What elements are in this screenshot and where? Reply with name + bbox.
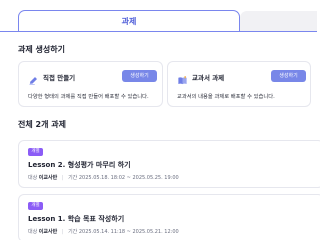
task-card[interactable]: 개별 Lesson 2. 형성평가 마무리 하기 대상 이교사반 | 기간 20…	[18, 140, 320, 188]
create-textbook-title: 교과서 과제	[192, 74, 225, 82]
book-icon	[177, 71, 188, 85]
tab-other[interactable]	[240, 11, 317, 32]
target-value: 이교사반	[38, 175, 58, 181]
create-textbook-description: 교과서의 내용을 과제로 배포할 수 있습니다.	[177, 94, 275, 100]
task-card[interactable]: 개별 Lesson 1. 학습 목표 작성하기 대상 이교사반 | 기간 202…	[18, 194, 320, 240]
task-meta: 대상 이교사반 | 기간 2025.05.18. 18:02 ~ 2025.05…	[28, 174, 179, 181]
task-title[interactable]: Lesson 1. 학습 목표 작성하기	[28, 214, 124, 224]
create-section-title: 과제 생성하기	[18, 45, 65, 54]
period-value: 2025.05.14. 11:18 ~ 2025.05.21. 12:00	[78, 229, 179, 235]
create-textbook-button[interactable]: 생성하기	[271, 70, 306, 82]
meta-divider: |	[61, 229, 64, 235]
pencil-icon	[28, 71, 39, 85]
meta-divider: |	[61, 175, 64, 181]
create-direct-button[interactable]: 생성하기	[122, 70, 157, 82]
task-meta: 대상 이교사반 | 기간 2025.05.14. 11:18 ~ 2025.05…	[28, 228, 179, 235]
list-section-title: 전체 2개 과제	[18, 120, 66, 129]
tab-underline	[0, 31, 317, 32]
target-value: 이교사반	[38, 229, 58, 235]
task-type-badge: 개별	[28, 148, 43, 156]
target-label: 대상	[28, 175, 38, 181]
tab-bar: 과제	[0, 0, 317, 32]
create-direct-title: 직접 만들기	[43, 74, 76, 82]
create-direct-description: 다양한 형태의 과제를 직접 만들어 배포할 수 있습니다.	[28, 94, 149, 100]
target-label: 대상	[28, 229, 38, 235]
period-label: 기간	[68, 175, 78, 181]
create-direct-card[interactable]: 직접 만들기 생성하기 다양한 형태의 과제를 직접 만들어 배포할 수 있습니…	[18, 61, 163, 107]
task-type-badge: 개별	[28, 202, 43, 210]
period-label: 기간	[68, 229, 78, 235]
period-value: 2025.05.18. 18:02 ~ 2025.05.25. 19:00	[78, 175, 179, 181]
tab-assignments[interactable]: 과제	[18, 10, 240, 32]
task-title[interactable]: Lesson 2. 형성평가 마무리 하기	[28, 160, 131, 170]
create-textbook-card[interactable]: 교과서 과제 생성하기 교과서의 내용을 과제로 배포할 수 있습니다.	[167, 61, 311, 107]
